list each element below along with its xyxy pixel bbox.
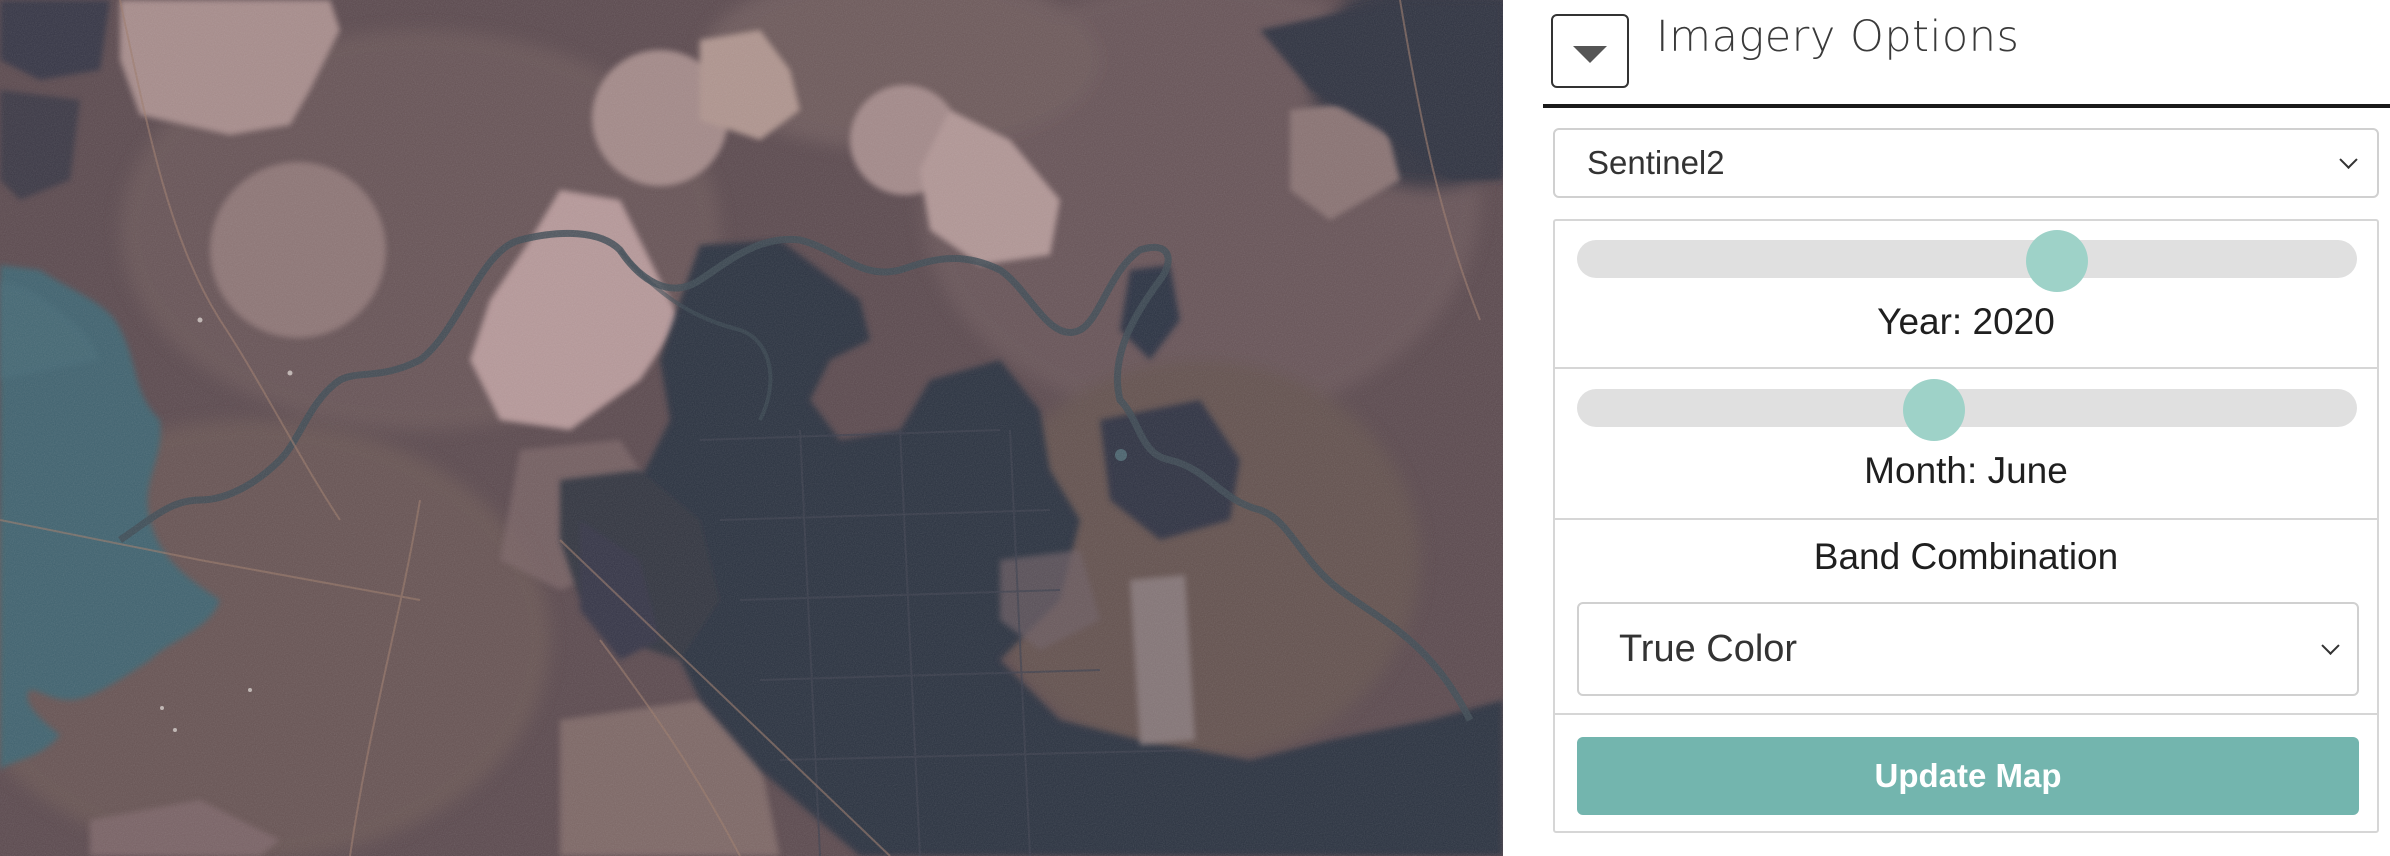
panel-title: Imagery Options bbox=[1656, 12, 2020, 62]
satellite-map[interactable] bbox=[0, 0, 1503, 856]
month-label: Month: June bbox=[1864, 450, 2068, 491]
panel-header: Imagery Options bbox=[1543, 0, 2390, 108]
divider bbox=[1555, 713, 2377, 715]
panel-toggle-button[interactable] bbox=[1551, 14, 1629, 88]
year-label: Year: 2020 bbox=[1877, 301, 2055, 342]
chevron-down-icon bbox=[2339, 150, 2358, 169]
update-map-button[interactable]: Update Map bbox=[1577, 737, 2359, 815]
imagery-options-box: Year: 2020 Month: June Band Combination … bbox=[1553, 219, 2379, 833]
imagery-source-value: Sentinel2 bbox=[1587, 144, 1725, 181]
band-combination-title: Band Combination bbox=[1813, 536, 2119, 577]
band-combination-value: True Color bbox=[1619, 627, 1798, 670]
caret-down-icon bbox=[1573, 46, 1607, 63]
app-root: Imagery Options Sentinel2 Year: 2020 Mon… bbox=[0, 0, 2390, 856]
month-slider-thumb[interactable] bbox=[1903, 379, 1965, 441]
chevron-down-icon bbox=[2321, 636, 2340, 655]
imagery-options-panel: Imagery Options Sentinel2 Year: 2020 Mon… bbox=[1503, 0, 2390, 856]
month-slider[interactable] bbox=[1577, 379, 2357, 441]
imagery-source-select[interactable]: Sentinel2 bbox=[1553, 128, 2379, 198]
divider bbox=[1555, 518, 2377, 520]
year-slider[interactable] bbox=[1577, 230, 2357, 292]
year-slider-thumb[interactable] bbox=[2026, 230, 2088, 292]
band-combination-select[interactable]: True Color bbox=[1577, 602, 2359, 696]
divider bbox=[1555, 367, 2377, 369]
satellite-imagery[interactable] bbox=[0, 0, 1503, 856]
